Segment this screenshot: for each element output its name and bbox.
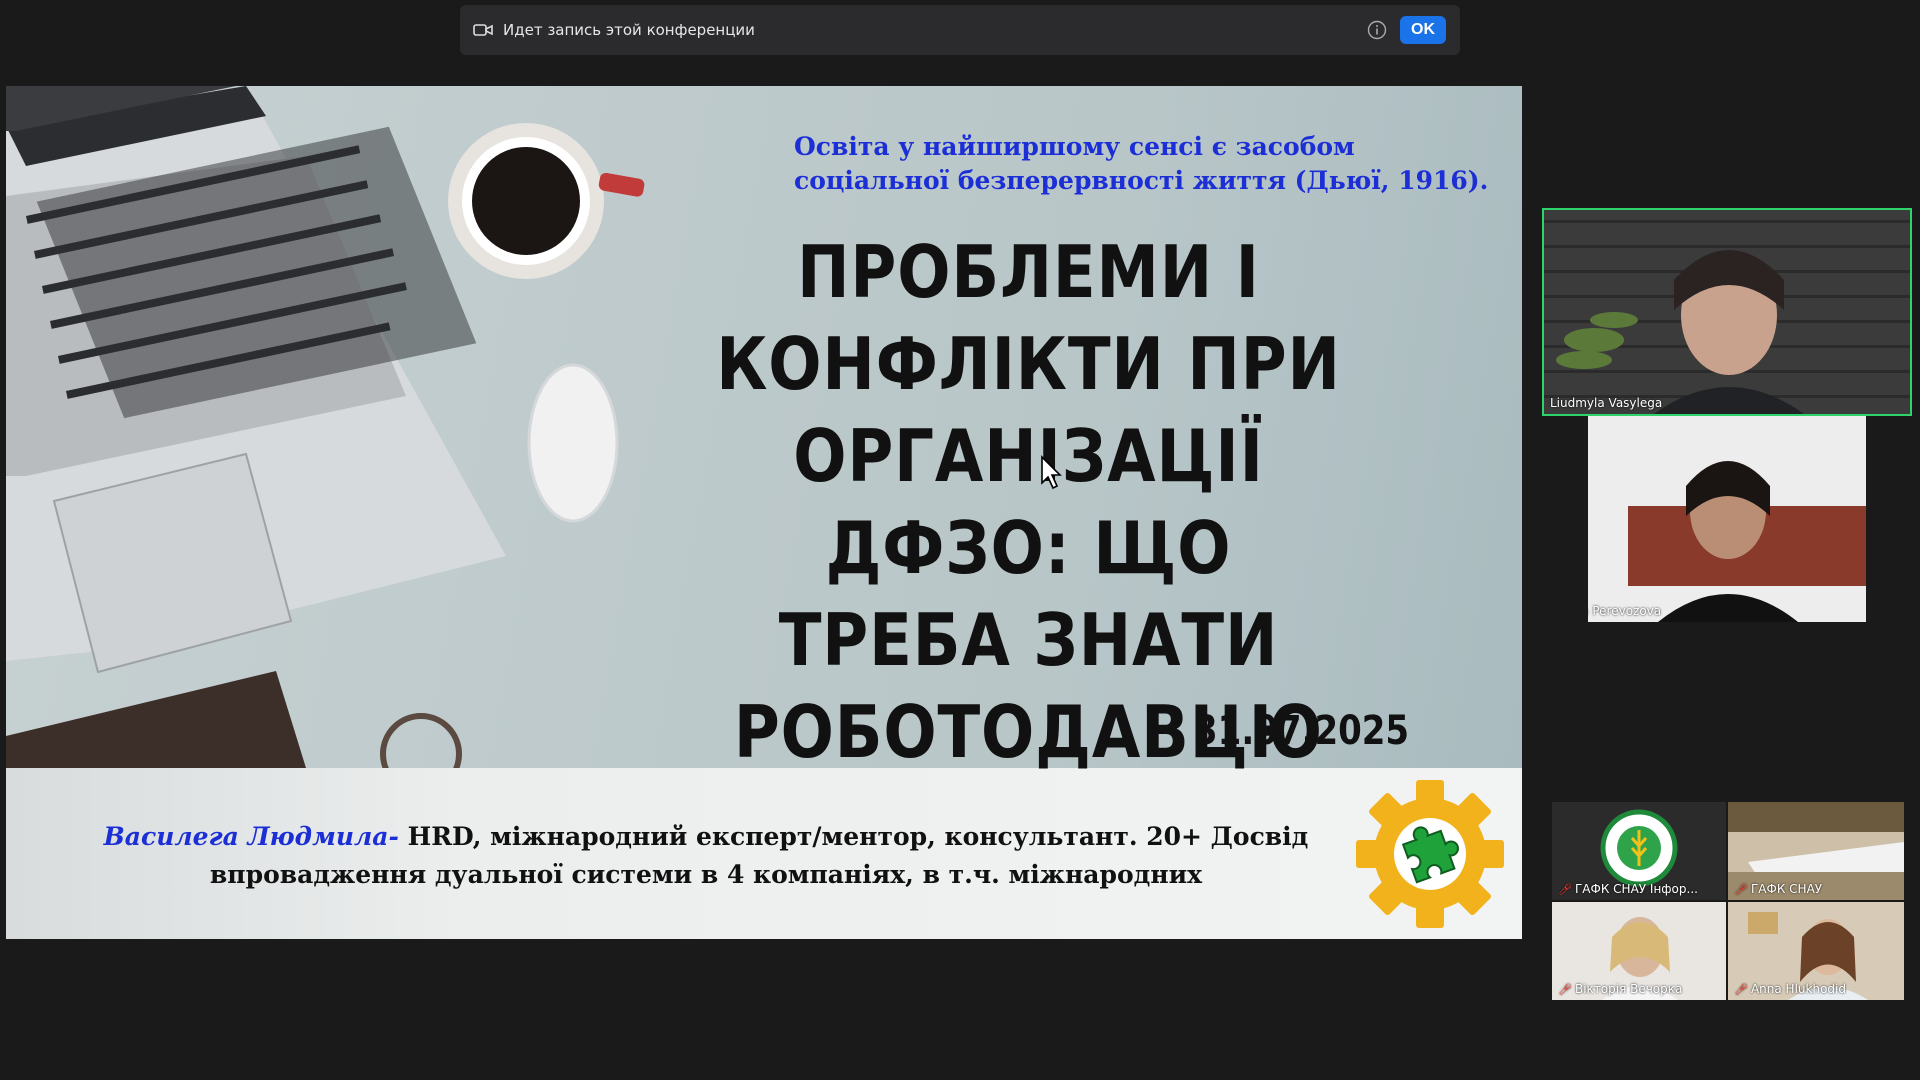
- participant-name-text: ГАФК СНАУ: [1750, 882, 1823, 896]
- mic-muted-icon: 🎤︎: [1558, 982, 1572, 996]
- slide-title-line: ПРОБЛЕМИ І: [797, 230, 1260, 314]
- gear-puzzle-logo: [1356, 780, 1504, 928]
- slide-date: 31.07.2025: [1194, 708, 1410, 754]
- recording-notice-text: Идет запись этой конференции: [503, 21, 755, 39]
- participant-name-text: ГАФК СНАУ Інфор...: [1574, 882, 1698, 896]
- participant-name-label: 🎤︎ ГАФК СНАУ: [1734, 882, 1822, 896]
- slide-title-line: ОРГАНІЗАЦІЇ ДФЗО: ЩО: [793, 414, 1264, 590]
- slide-author: Василега Людмила- HRD, міжнародний експе…: [86, 818, 1326, 894]
- slide-title-line: КОНФЛІКТИ ПРИ: [716, 322, 1341, 406]
- grid-tile-2[interactable]: 🎤︎ ГАФК СНАУ: [1728, 802, 1904, 900]
- author-desc-line-1: HRD, міжнародний експерт/ментор, консуль…: [398, 822, 1309, 851]
- author-desc-line-2: впровадження дуальної системи в 4 компан…: [209, 860, 1203, 889]
- grid-tile-4[interactable]: 🎤︎ Anna Hlukhodid: [1728, 902, 1904, 1000]
- recording-notification-bar: Идет запись этой конференции OK: [460, 5, 1460, 55]
- participant-name-label: 🎤︎ Anna Hlukhodid: [1734, 982, 1846, 996]
- participant-video: [1588, 416, 1866, 622]
- grid-tile-1[interactable]: 🎤︎ ГАФК СНАУ Інфор...: [1552, 802, 1726, 900]
- participant-name-label: 🎤︎ Вікторія Вечорка: [1558, 982, 1682, 996]
- participant-name-label: 🎤︎ ГАФК СНАУ Інфор...: [1558, 882, 1698, 896]
- mic-muted-icon: 🎤︎: [1558, 882, 1572, 896]
- video-camera-icon: [472, 19, 494, 41]
- info-icon[interactable]: [1366, 19, 1388, 41]
- author-name: Василега Людмила-: [103, 822, 399, 851]
- participant-name-label: Iryna Perevozova: [1588, 604, 1662, 618]
- mic-muted-icon: 🎤︎: [1734, 982, 1748, 996]
- participant-name-label: Liudmyla Vasylega: [1550, 396, 1663, 410]
- mouse-cursor-icon: [1041, 455, 1062, 490]
- participant-name-text: Anna Hlukhodid: [1750, 982, 1846, 996]
- shared-slide: Освіта у найширшому сенсі є засобом соці…: [6, 86, 1522, 939]
- slide-title: ПРОБЛЕМИ І КОНФЛІКТИ ПРИ ОРГАНІЗАЦІЇ ДФЗ…: [661, 226, 1396, 778]
- slide-title-line: ТРЕБА ЗНАТИ: [778, 598, 1279, 682]
- grid-tile-3[interactable]: 🎤︎ Вікторія Вечорка: [1552, 902, 1726, 1000]
- slide-quote: Освіта у найширшому сенсі є засобом соці…: [794, 132, 1489, 195]
- participant-tile-second[interactable]: Iryna Perevozova: [1588, 416, 1866, 622]
- ok-button[interactable]: OK: [1400, 16, 1446, 44]
- participant-name-text: Вікторія Вечорка: [1574, 982, 1683, 996]
- participant-tile-speaker[interactable]: Liudmyla Vasylega: [1542, 208, 1912, 416]
- mic-muted-icon: 🎤︎: [1734, 882, 1748, 896]
- participant-video: [1544, 210, 1910, 414]
